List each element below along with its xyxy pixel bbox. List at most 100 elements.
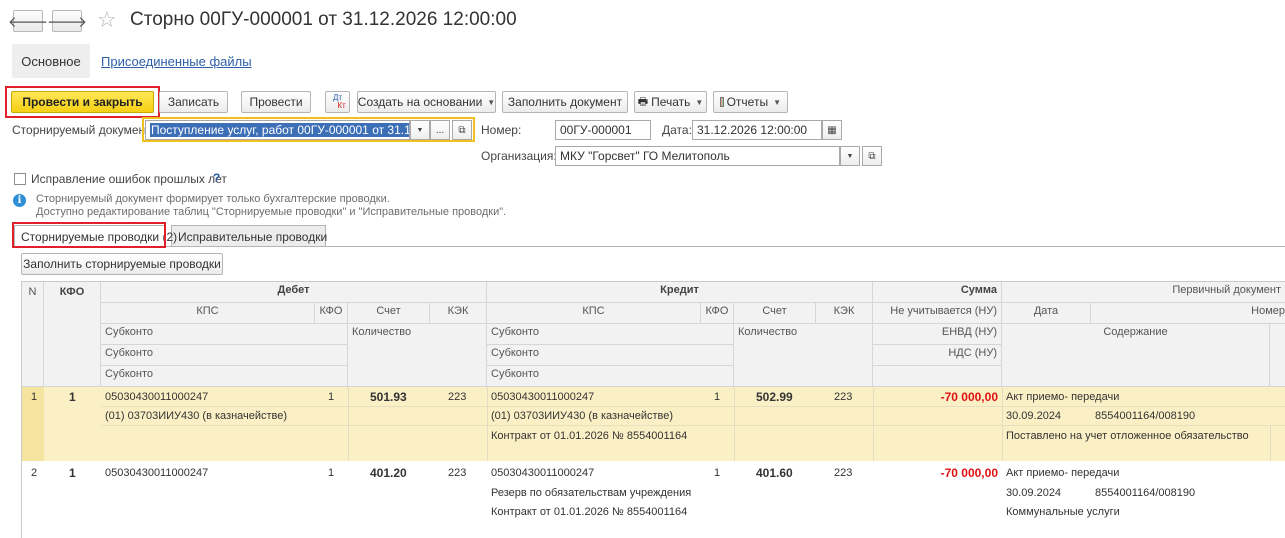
row1-debit-kfo: 1 — [328, 391, 335, 403]
open-window-icon: ⧉ — [458, 124, 466, 136]
page-title: Сторно 00ГУ-000001 от 31.12.2026 12:00:0… — [130, 9, 517, 30]
reversed-doc-label: Сторнируемый документ: — [12, 123, 155, 137]
star-icon[interactable]: ☆ — [97, 7, 117, 33]
reports-label: Отчеты — [726, 95, 769, 109]
info-text-line2: Доступно редактирование таблиц "Сторниру… — [36, 206, 507, 218]
row2-doc-type: Акт приемо- передачи — [1006, 467, 1120, 479]
date-field[interactable]: 31.12.2026 12:00:00 — [692, 120, 822, 140]
col-header-extra — [1270, 324, 1285, 387]
row1-credit-subkonto2: Контракт от 01.01.2026 № 8554001164 — [491, 430, 688, 442]
help-icon[interactable]: ? — [213, 171, 220, 185]
create-based-on-label: Создать на основании — [357, 95, 483, 109]
reports-button[interactable]: Отчеты ▼ — [713, 91, 788, 113]
reversed-doc-dropdown[interactable]: ▼ — [410, 120, 430, 140]
create-based-on-button[interactable]: Создать на основании ▼ — [357, 91, 496, 113]
col-header-debit-account[interactable]: Счет — [348, 303, 430, 324]
col-header-doc-number[interactable]: Номер — [1091, 303, 1285, 324]
number-field[interactable]: 00ГУ-000001 — [555, 120, 651, 140]
post-button[interactable]: Провести — [241, 91, 311, 113]
col-header-credit-subkonto3[interactable]: Субконто — [487, 366, 734, 387]
tab-divider — [12, 246, 1285, 247]
fill-document-button[interactable]: Заполнить документ — [502, 91, 628, 113]
fill-reversed-entries-button[interactable]: Заполнить сторнируемые проводки — [21, 253, 223, 275]
row-divider — [348, 387, 349, 461]
row1-doc-number: 8554001164/008190 — [1095, 410, 1196, 422]
col-header-sum[interactable]: Сумма — [873, 282, 1002, 303]
section-link-files[interactable]: Присоединенные файлы — [101, 54, 252, 69]
col-header-credit-subkonto2[interactable]: Субконто — [487, 345, 734, 366]
row2-credit-kps: 05030430011000247 — [491, 467, 595, 479]
col-header-debit-subkonto1[interactable]: Субконто — [101, 324, 348, 345]
col-header-debit-kps[interactable]: КПС — [101, 303, 315, 324]
row-subline — [101, 425, 1285, 426]
entries-table: N КФО Дебет Кредит Сумма Первичный докум… — [21, 281, 1285, 538]
organization-dropdown[interactable]: ▼ — [840, 146, 860, 166]
col-header-doc-date[interactable]: Дата — [1002, 303, 1091, 324]
col-header-credit-kps[interactable]: КПС — [487, 303, 701, 324]
col-header-debit[interactable]: Дебет — [101, 282, 487, 303]
section-tab-main-label: Основное — [21, 53, 81, 69]
row2-debit-kfo: 1 — [328, 467, 335, 479]
reversed-doc-field[interactable]: Поступление услуг, работ 00ГУ-000001 от … — [145, 120, 410, 140]
row1-credit-kfo: 1 — [714, 391, 721, 403]
row1-credit-kps: 05030430011000247 — [491, 391, 595, 403]
col-header-credit[interactable]: Кредит — [487, 282, 873, 303]
col-header-credit-kek[interactable]: КЭК — [816, 303, 873, 324]
col-header-debit-kfo[interactable]: КФО — [315, 303, 348, 324]
col-header-nds[interactable]: НДС (НУ) — [873, 345, 1002, 366]
post-and-close-button[interactable]: Провести и закрыть — [11, 91, 154, 113]
col-header-credit-kfo[interactable]: КФО — [701, 303, 734, 324]
fix-errors-checkbox[interactable] — [14, 173, 26, 185]
chevron-down-icon: ▼ — [846, 152, 854, 160]
row1-kfo: 1 — [69, 390, 76, 404]
printer-icon: 🖶 — [637, 95, 649, 108]
forward-arrow-icon: 🡒 — [46, 13, 88, 31]
col-header-content[interactable]: Содержание — [1002, 324, 1270, 387]
reversed-doc-value: Поступление услуг, работ 00ГУ-000001 от … — [150, 123, 409, 137]
col-header-primary-doc[interactable]: Первичный документ — [1002, 282, 1285, 303]
row-divider — [1270, 425, 1271, 461]
col-header-kfo[interactable]: КФО — [44, 282, 101, 387]
calendar-button[interactable]: ▦ — [822, 120, 842, 140]
col-header-not-counted[interactable]: Не учитывается (НУ) — [873, 303, 1002, 324]
col-header-debit-subkonto3[interactable]: Субконто — [101, 366, 348, 387]
print-button[interactable]: 🖶 Печать ▼ — [634, 91, 707, 113]
print-label: Печать — [651, 95, 691, 109]
row1-debit-subkonto1: (01) 03703ИИУ430 (в казначействе) — [105, 410, 288, 422]
dt-kt-button[interactable]: Дт Кт — [325, 91, 350, 113]
row2-credit-subkonto2: Контракт от 01.01.2026 № 8554001164 — [491, 506, 688, 518]
reversed-doc-open-button[interactable]: ⧉ — [452, 120, 472, 140]
col-header-credit-subkonto1[interactable]: Субконто — [487, 324, 734, 345]
ellipsis-icon: ... — [435, 124, 445, 136]
row2-kfo: 1 — [69, 466, 76, 480]
col-header-credit-account[interactable]: Счет — [734, 303, 816, 324]
number-label: Номер: — [481, 123, 522, 137]
col-header-debit-subkonto2[interactable]: Субконто — [101, 345, 348, 366]
col-header-envd[interactable]: ЕНВД (НУ) — [873, 324, 1002, 345]
row2-debit-kps: 05030430011000247 — [105, 467, 209, 479]
calendar-icon: ▦ — [827, 124, 837, 136]
forward-button[interactable]: 🡒 — [47, 10, 87, 32]
col-header-n[interactable]: N — [22, 282, 44, 387]
section-tab-main[interactable]: Основное — [12, 44, 90, 78]
row2-credit-kek: 223 — [834, 467, 853, 479]
row1-sum: -70 000,00 — [940, 390, 998, 404]
save-button[interactable]: Записать — [159, 91, 228, 113]
col-header-debit-quantity[interactable]: Количество — [348, 324, 487, 387]
highlight-box-reversed-tab — [12, 222, 166, 248]
col-header-empty — [873, 366, 1002, 387]
tab-corrective-entries[interactable]: Исправительные проводки — [171, 225, 327, 247]
row1-credit-account: 502.99 — [756, 390, 793, 404]
row-subline — [101, 406, 1285, 407]
back-button[interactable]: 🡐 — [8, 10, 48, 32]
row2-credit-subkonto1: Резерв по обязательствам учреждения — [491, 487, 692, 499]
col-header-debit-kek[interactable]: КЭК — [430, 303, 487, 324]
dropdown-arrow-icon: ▼ — [773, 97, 781, 107]
organization-open-button[interactable]: ⧉ — [862, 146, 882, 166]
organization-field[interactable]: МКУ "Горсвет" ГО Мелитополь — [555, 146, 840, 166]
row1-n: 1 — [31, 391, 38, 403]
col-header-credit-quantity[interactable]: Количество — [734, 324, 873, 387]
row1-debit-account: 501.93 — [370, 390, 407, 404]
row2-doc-date: 30.09.2024 — [1006, 487, 1062, 499]
reversed-doc-select-button[interactable]: ... — [430, 120, 450, 140]
